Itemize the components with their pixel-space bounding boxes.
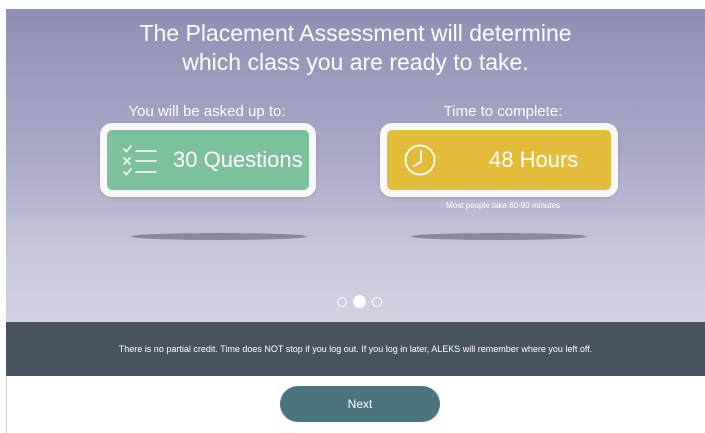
placement-intro-panel: The Placement Assessment will determine … — [6, 9, 705, 433]
next-button[interactable]: Next — [280, 386, 440, 422]
questions-count: 30 Questions — [173, 147, 303, 172]
time-card: 48 Hours — [380, 123, 618, 197]
questions-label: You will be asked up to: — [128, 103, 286, 120]
pagination-dot-2-active[interactable] — [353, 295, 366, 308]
page-title: The Placement Assessment will determine … — [6, 19, 705, 77]
headline-line-2: which class you are ready to take. — [182, 49, 529, 75]
time-note: Most people take 60-90 minutes — [446, 201, 560, 210]
clock-icon — [404, 144, 436, 176]
headline-line-1: The Placement Assessment will determine — [139, 20, 572, 46]
info-bar: There is no partial credit. Time does NO… — [6, 322, 705, 376]
pagination-dot-1[interactable] — [337, 297, 347, 307]
footer: Next — [6, 376, 705, 433]
time-label: Time to complete: — [443, 103, 563, 120]
card-shadow — [131, 233, 307, 240]
time-limit: 48 Hours — [489, 147, 579, 172]
intro-slide: The Placement Assessment will determine … — [6, 9, 705, 322]
info-text: There is no partial credit. Time does NO… — [118, 344, 593, 354]
checklist-icon — [123, 145, 157, 176]
slide-pagination — [335, 294, 385, 308]
card-shadow — [411, 233, 587, 240]
questions-card: 30 Questions — [100, 123, 316, 197]
pagination-dot-3[interactable] — [372, 297, 382, 307]
